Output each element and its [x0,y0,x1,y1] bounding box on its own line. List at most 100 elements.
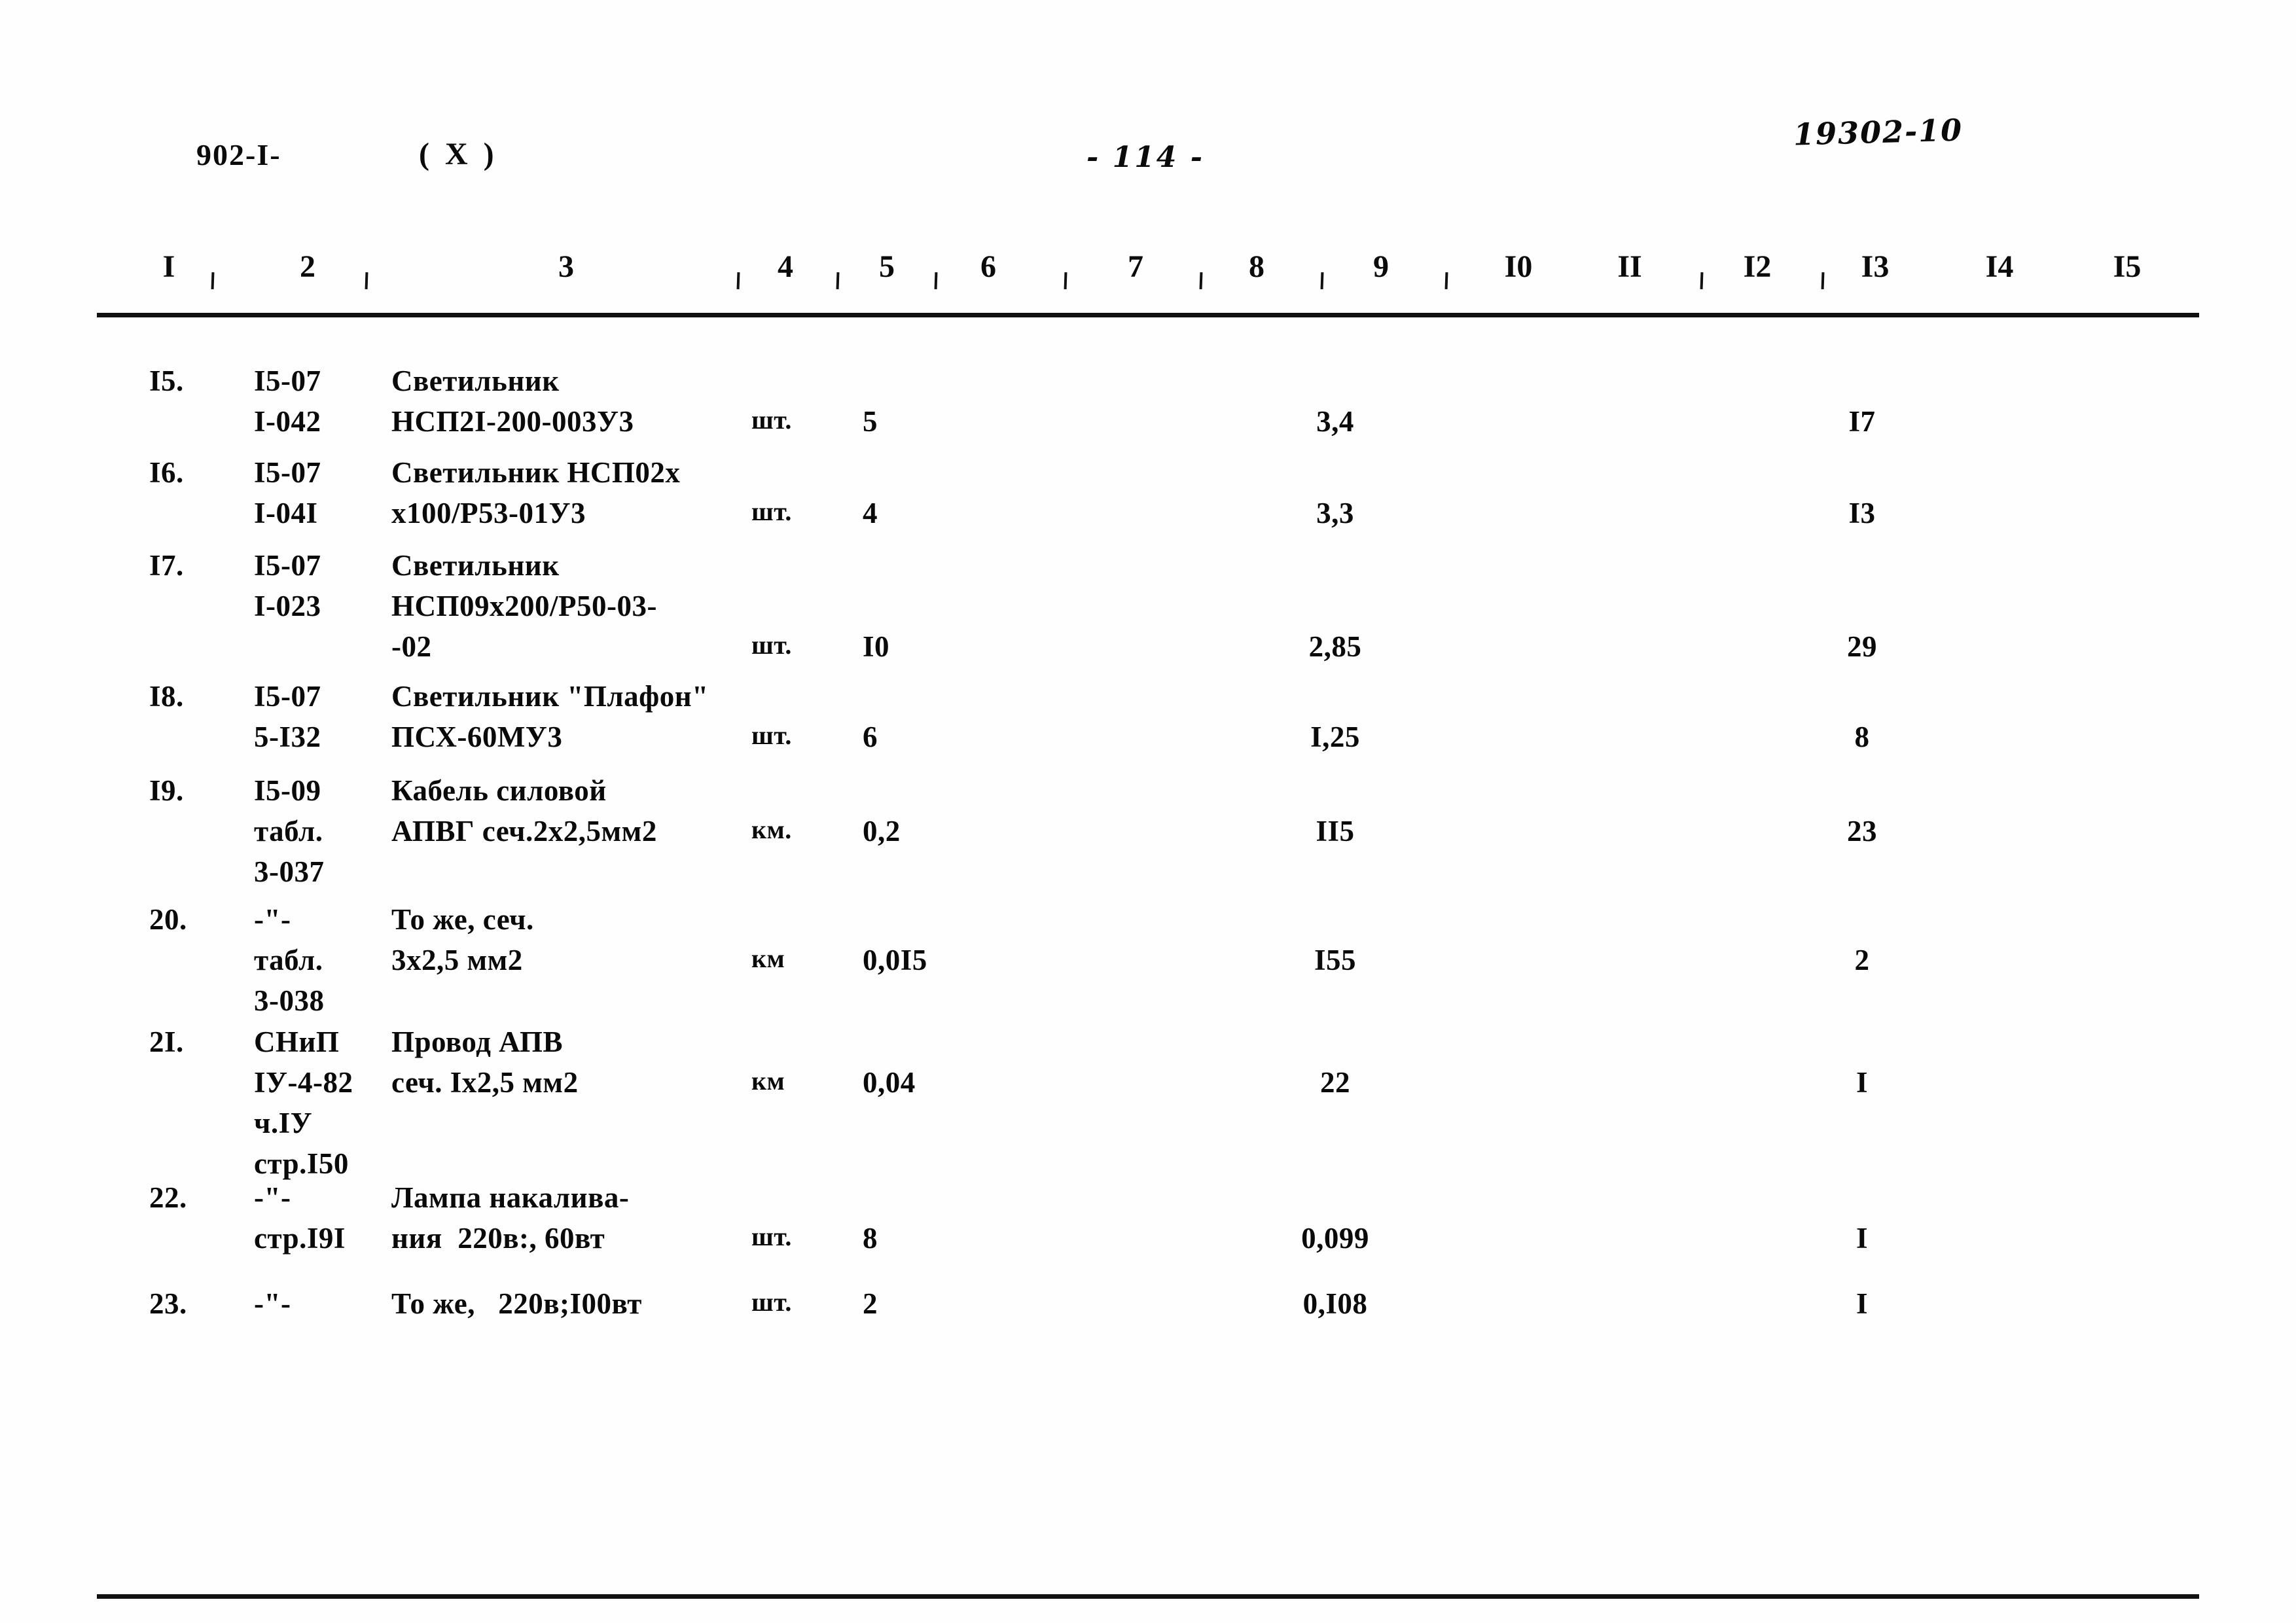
row-justification-line: I5-07 [254,365,321,397]
row-justification-line: табл. [254,815,323,847]
row-name-line: То же, сеч. [391,903,534,936]
row-unit: шт. [751,1222,792,1251]
page-number: - 114 - [1086,141,1205,174]
row-sum: I [1856,1222,1869,1255]
column-separator-tick [1444,272,1448,290]
row-sum: 8 [1854,721,1870,753]
row-justification-line: I-042 [254,405,321,438]
row-item-number: 23. [149,1287,187,1320]
column-separator-tick [1700,272,1704,290]
row-justification-line: I5-07 [254,456,321,489]
row-justification-line: -"- [254,1287,291,1320]
column-header-7: 7 [1128,249,1143,284]
table-row: 23. -"- То же, 220в;I00вт шт. 2 0,I08 I [0,1289,2296,1452]
row-justification-line: стр.I9I [254,1222,346,1255]
row-unit: шт. [751,497,792,526]
row-sum: 23 [1847,815,1877,847]
row-price: I,25 [1310,721,1360,753]
row-name-line: Кабель силовой [391,774,607,807]
row-name-line: ния 220в:, 60вт [391,1222,605,1255]
column-header-5: 5 [879,249,895,284]
row-item-number: I7. [149,549,184,582]
column-header-8: 8 [1249,249,1265,284]
column-header-2: 2 [300,249,315,284]
row-unit: км. [751,815,792,844]
row-unit: шт. [751,721,792,750]
row-unit: км [751,944,785,973]
row-justification-line: стр.I50 [254,1147,349,1180]
column-header-15: I5 [2113,249,2142,284]
row-name-line: Светильник [391,549,560,582]
row-quantity: 0,2 [863,815,901,847]
column-header-1: I [162,249,175,284]
row-name-line: АПВГ сеч.2х2,5мм2 [391,815,657,847]
row-unit: шт. [751,1287,792,1317]
row-justification-line: табл. [254,944,323,976]
row-name-line: х100/Р53-01У3 [391,497,586,529]
row-item-number: 20. [149,903,187,936]
row-justification-line: 5-I32 [254,721,321,753]
sheet-code: 19302-10 [1793,112,1964,152]
row-price: 2,85 [1308,630,1362,663]
row-sum: I7 [1848,405,1876,438]
row-price: 3,4 [1316,405,1354,438]
column-separator-tick [736,272,740,290]
row-name-line: Провод АПВ [391,1026,564,1058]
row-sum: I [1856,1066,1869,1099]
column-separator-tick [934,272,938,290]
row-item-number: 2I. [149,1026,184,1058]
row-justification-line: IУ-4-82 [254,1066,353,1099]
row-name-line: Светильник [391,365,560,397]
variant-mark: ( X ) [419,137,498,171]
row-quantity: 0,04 [863,1066,916,1099]
document-code: 902-I- [196,138,281,171]
row-unit: шт. [751,630,792,660]
row-item-number: I8. [149,680,184,713]
row-justification-line: I5-09 [254,774,321,807]
row-price: 0,I08 [1302,1287,1368,1320]
row-name-line: ПСХ-60МУ3 [391,721,563,753]
row-justification-line: -"- [254,903,291,936]
footer-rule [97,1594,2199,1599]
row-justification-line: 3-038 [254,984,325,1017]
row-item-number: I9. [149,774,184,807]
row-name-line: НСП2I-200-003У3 [391,405,634,438]
row-price: II5 [1316,815,1355,847]
row-justification-line: 3-037 [254,855,325,888]
row-quantity: 6 [863,721,878,753]
row-price: I55 [1314,944,1357,976]
column-header-12: I2 [1743,249,1772,284]
row-name-line: сеч. Iх2,5 мм2 [391,1066,579,1099]
table-column-header: I 2 3 4 5 6 7 8 9 I0 II I2 I3 I4 I5 [0,249,2296,294]
row-item-number: 22. [149,1181,187,1214]
row-price: 22 [1320,1066,1350,1099]
column-separator-tick [1199,272,1203,290]
row-justification-line: I-04I [254,497,318,529]
row-name-line: Лампа накалива- [391,1181,630,1214]
row-name-line: То же, 220в;I00вт [391,1287,642,1320]
column-header-6: 6 [980,249,996,284]
column-separator-tick [836,272,840,290]
row-sum: 2 [1854,944,1870,976]
column-separator-tick [1064,272,1067,290]
column-header-13: I3 [1861,249,1890,284]
column-header-11: II [1617,249,1642,284]
document-page: 902-I- ( X ) - 114 - 19302-10 I23456789I… [0,0,2296,1623]
row-quantity: 5 [863,405,878,438]
row-quantity: 0,0I5 [863,944,927,976]
row-quantity: 4 [863,497,878,529]
row-name-line: Светильник НСП02х [391,456,681,489]
row-item-number: I6. [149,456,184,489]
row-justification-line: ч.IУ [254,1107,313,1139]
row-justification-line: СНиП [254,1026,340,1058]
column-separator-tick [365,272,368,290]
column-header-14: I4 [1985,249,2014,284]
column-header-3: 3 [558,249,574,284]
column-separator-tick [1821,272,1825,290]
row-quantity: 2 [863,1287,878,1320]
column-separator-tick [1320,272,1324,290]
row-name-line: Светильник "Плафон" [391,680,709,713]
row-quantity: 8 [863,1222,878,1255]
row-quantity: I0 [863,630,890,663]
table-row: 2I. СНиП IУ-4-82 ч.IУ стр.I50 Провод АПВ сеч. … [0,1027,2296,1190]
